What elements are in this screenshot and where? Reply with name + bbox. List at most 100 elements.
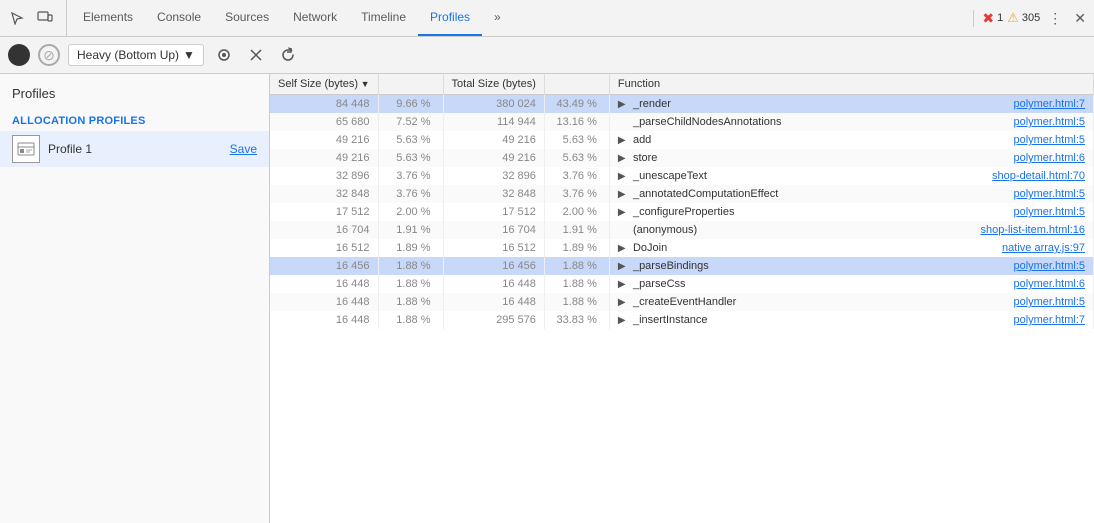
- self-size-header[interactable]: Self Size (bytes): [270, 74, 378, 95]
- total-pct-cell: 3.76 %: [544, 185, 609, 203]
- total-size-cell: 49 216: [443, 131, 544, 149]
- tab-sources[interactable]: Sources: [213, 0, 281, 36]
- self-pct-cell: 1.88 %: [378, 275, 443, 293]
- source-link[interactable]: polymer.html:5: [1013, 260, 1085, 272]
- expand-icon[interactable]: ▶: [618, 315, 630, 326]
- sidebar: Profiles ALLOCATION PROFILES Profile 1 S…: [0, 74, 270, 523]
- tab-elements[interactable]: Elements: [71, 0, 145, 36]
- source-link[interactable]: shop-detail.html:70: [992, 170, 1085, 182]
- expand-icon[interactable]: ▶: [618, 279, 630, 290]
- function-cell: ▶ _insertInstance polymer.html:7: [609, 311, 1093, 329]
- table-row[interactable]: 84 448 9.66 % 380 024 43.49 % ▶ _render …: [270, 95, 1094, 114]
- exclude-button[interactable]: [244, 43, 268, 67]
- profile-item[interactable]: Profile 1 Save: [0, 131, 269, 167]
- total-pct-cell: 1.88 %: [544, 293, 609, 311]
- source-link[interactable]: polymer.html:6: [1013, 152, 1085, 164]
- table-row[interactable]: 16 512 1.89 % 16 512 1.89 % ▶ DoJoin nat…: [270, 239, 1094, 257]
- source-link[interactable]: polymer.html:7: [1013, 98, 1085, 110]
- table-row[interactable]: 65 680 7.52 % 114 944 13.16 % _parseChil…: [270, 113, 1094, 131]
- source-link[interactable]: polymer.html:7: [1013, 314, 1085, 326]
- expand-icon[interactable]: ▶: [618, 243, 630, 254]
- error-badge: ✖ 1: [982, 10, 1003, 27]
- self-pct-cell: 3.76 %: [378, 167, 443, 185]
- source-link[interactable]: polymer.html:5: [1013, 188, 1085, 200]
- source-link[interactable]: native array.js:97: [1002, 242, 1085, 254]
- function-cell: ▶ _createEventHandler polymer.html:5: [609, 293, 1093, 311]
- function-cell: _parseChildNodesAnnotations polymer.html…: [609, 113, 1093, 131]
- total-pct-cell: 33.83 %: [544, 311, 609, 329]
- responsive-icon[interactable]: [32, 5, 58, 31]
- save-link[interactable]: Save: [230, 142, 257, 156]
- function-cell: ▶ DoJoin native array.js:97: [609, 239, 1093, 257]
- self-pct-cell: 3.76 %: [378, 185, 443, 203]
- table-row[interactable]: 32 848 3.76 % 32 848 3.76 % ▶ _annotated…: [270, 185, 1094, 203]
- error-count: 1: [997, 12, 1003, 24]
- focus-icon[interactable]: [212, 43, 236, 67]
- expand-icon[interactable]: ▶: [618, 153, 630, 164]
- expand-icon[interactable]: ▶: [618, 99, 630, 110]
- profile-icon: [12, 135, 40, 163]
- expand-icon[interactable]: ▶: [618, 171, 630, 182]
- record-button[interactable]: [8, 44, 30, 66]
- self-pct-cell: 5.63 %: [378, 149, 443, 167]
- more-options-button[interactable]: ⋮: [1044, 10, 1066, 27]
- source-link[interactable]: shop-list-item.html:16: [980, 224, 1085, 236]
- total-size-cell: 16 456: [443, 257, 544, 275]
- self-size-cell: 17 512: [270, 203, 378, 221]
- expand-icon[interactable]: ▶: [618, 135, 630, 146]
- total-pct-cell: 1.88 %: [544, 257, 609, 275]
- table-header-row: Self Size (bytes) Total Size (bytes) Fun…: [270, 74, 1094, 95]
- warning-icon: ⚠: [1007, 10, 1019, 26]
- main-layout: Profiles ALLOCATION PROFILES Profile 1 S…: [0, 74, 1094, 523]
- source-link[interactable]: polymer.html:5: [1013, 134, 1085, 146]
- tab-profiles[interactable]: Profiles: [418, 0, 482, 36]
- self-pct-cell: 7.52 %: [378, 113, 443, 131]
- top-toolbar: Elements Console Sources Network Timelin…: [0, 0, 1094, 37]
- self-size-cell: 32 896: [270, 167, 378, 185]
- expand-icon[interactable]: ▶: [618, 261, 630, 272]
- refresh-button[interactable]: [276, 43, 300, 67]
- source-link[interactable]: polymer.html:6: [1013, 278, 1085, 290]
- table-row[interactable]: 16 448 1.88 % 295 576 33.83 % ▶ _insertI…: [270, 311, 1094, 329]
- source-link[interactable]: polymer.html:5: [1013, 116, 1085, 128]
- function-cell: ▶ add polymer.html:5: [609, 131, 1093, 149]
- source-link[interactable]: polymer.html:5: [1013, 296, 1085, 308]
- total-size-cell: 16 512: [443, 239, 544, 257]
- sidebar-title: Profiles: [0, 82, 269, 109]
- total-size-header[interactable]: Total Size (bytes): [443, 74, 544, 95]
- expand-icon[interactable]: ▶: [618, 207, 630, 218]
- status-bar: ✖ 1 ⚠ 305 ⋮ ✕: [973, 10, 1090, 27]
- table-row[interactable]: 16 448 1.88 % 16 448 1.88 % ▶ _createEve…: [270, 293, 1094, 311]
- function-header[interactable]: Function: [609, 74, 1093, 95]
- function-cell: ▶ _parseCss polymer.html:6: [609, 275, 1093, 293]
- tab-timeline[interactable]: Timeline: [349, 0, 418, 36]
- self-pct-cell: 9.66 %: [378, 95, 443, 114]
- tab-console[interactable]: Console: [145, 0, 213, 36]
- chevron-down-icon: ▼: [183, 48, 195, 62]
- expand-icon[interactable]: ▶: [618, 297, 630, 308]
- expand-icon[interactable]: ▶: [618, 189, 630, 200]
- self-pct-cell: 1.91 %: [378, 221, 443, 239]
- tab-more[interactable]: »: [482, 0, 513, 36]
- table-row[interactable]: 49 216 5.63 % 49 216 5.63 % ▶ store poly…: [270, 149, 1094, 167]
- table-row[interactable]: 16 448 1.88 % 16 448 1.88 % ▶ _parseCss …: [270, 275, 1094, 293]
- table-row[interactable]: 17 512 2.00 % 17 512 2.00 % ▶ _configure…: [270, 203, 1094, 221]
- view-dropdown[interactable]: Heavy (Bottom Up) ▼: [68, 44, 204, 66]
- table-row[interactable]: 32 896 3.76 % 32 896 3.76 % ▶ _unescapeT…: [270, 167, 1094, 185]
- function-cell: (anonymous) shop-list-item.html:16: [609, 221, 1093, 239]
- tab-network[interactable]: Network: [281, 0, 349, 36]
- clear-button[interactable]: ⊘: [38, 44, 60, 66]
- table-row[interactable]: 49 216 5.63 % 49 216 5.63 % ▶ add polyme…: [270, 131, 1094, 149]
- source-link[interactable]: polymer.html:5: [1013, 206, 1085, 218]
- self-size-cell: 16 704: [270, 221, 378, 239]
- close-button[interactable]: ✕: [1070, 10, 1090, 27]
- table-row[interactable]: 16 456 1.88 % 16 456 1.88 % ▶ _parseBind…: [270, 257, 1094, 275]
- total-pct-cell: 5.63 %: [544, 131, 609, 149]
- total-pct-cell: 1.88 %: [544, 275, 609, 293]
- sidebar-section-label: ALLOCATION PROFILES: [0, 109, 269, 131]
- self-size-cell: 16 448: [270, 275, 378, 293]
- self-size-cell: 16 448: [270, 293, 378, 311]
- table-row[interactable]: 16 704 1.91 % 16 704 1.91 % (anonymous) …: [270, 221, 1094, 239]
- cursor-icon[interactable]: [4, 5, 30, 31]
- self-pct-cell: 2.00 %: [378, 203, 443, 221]
